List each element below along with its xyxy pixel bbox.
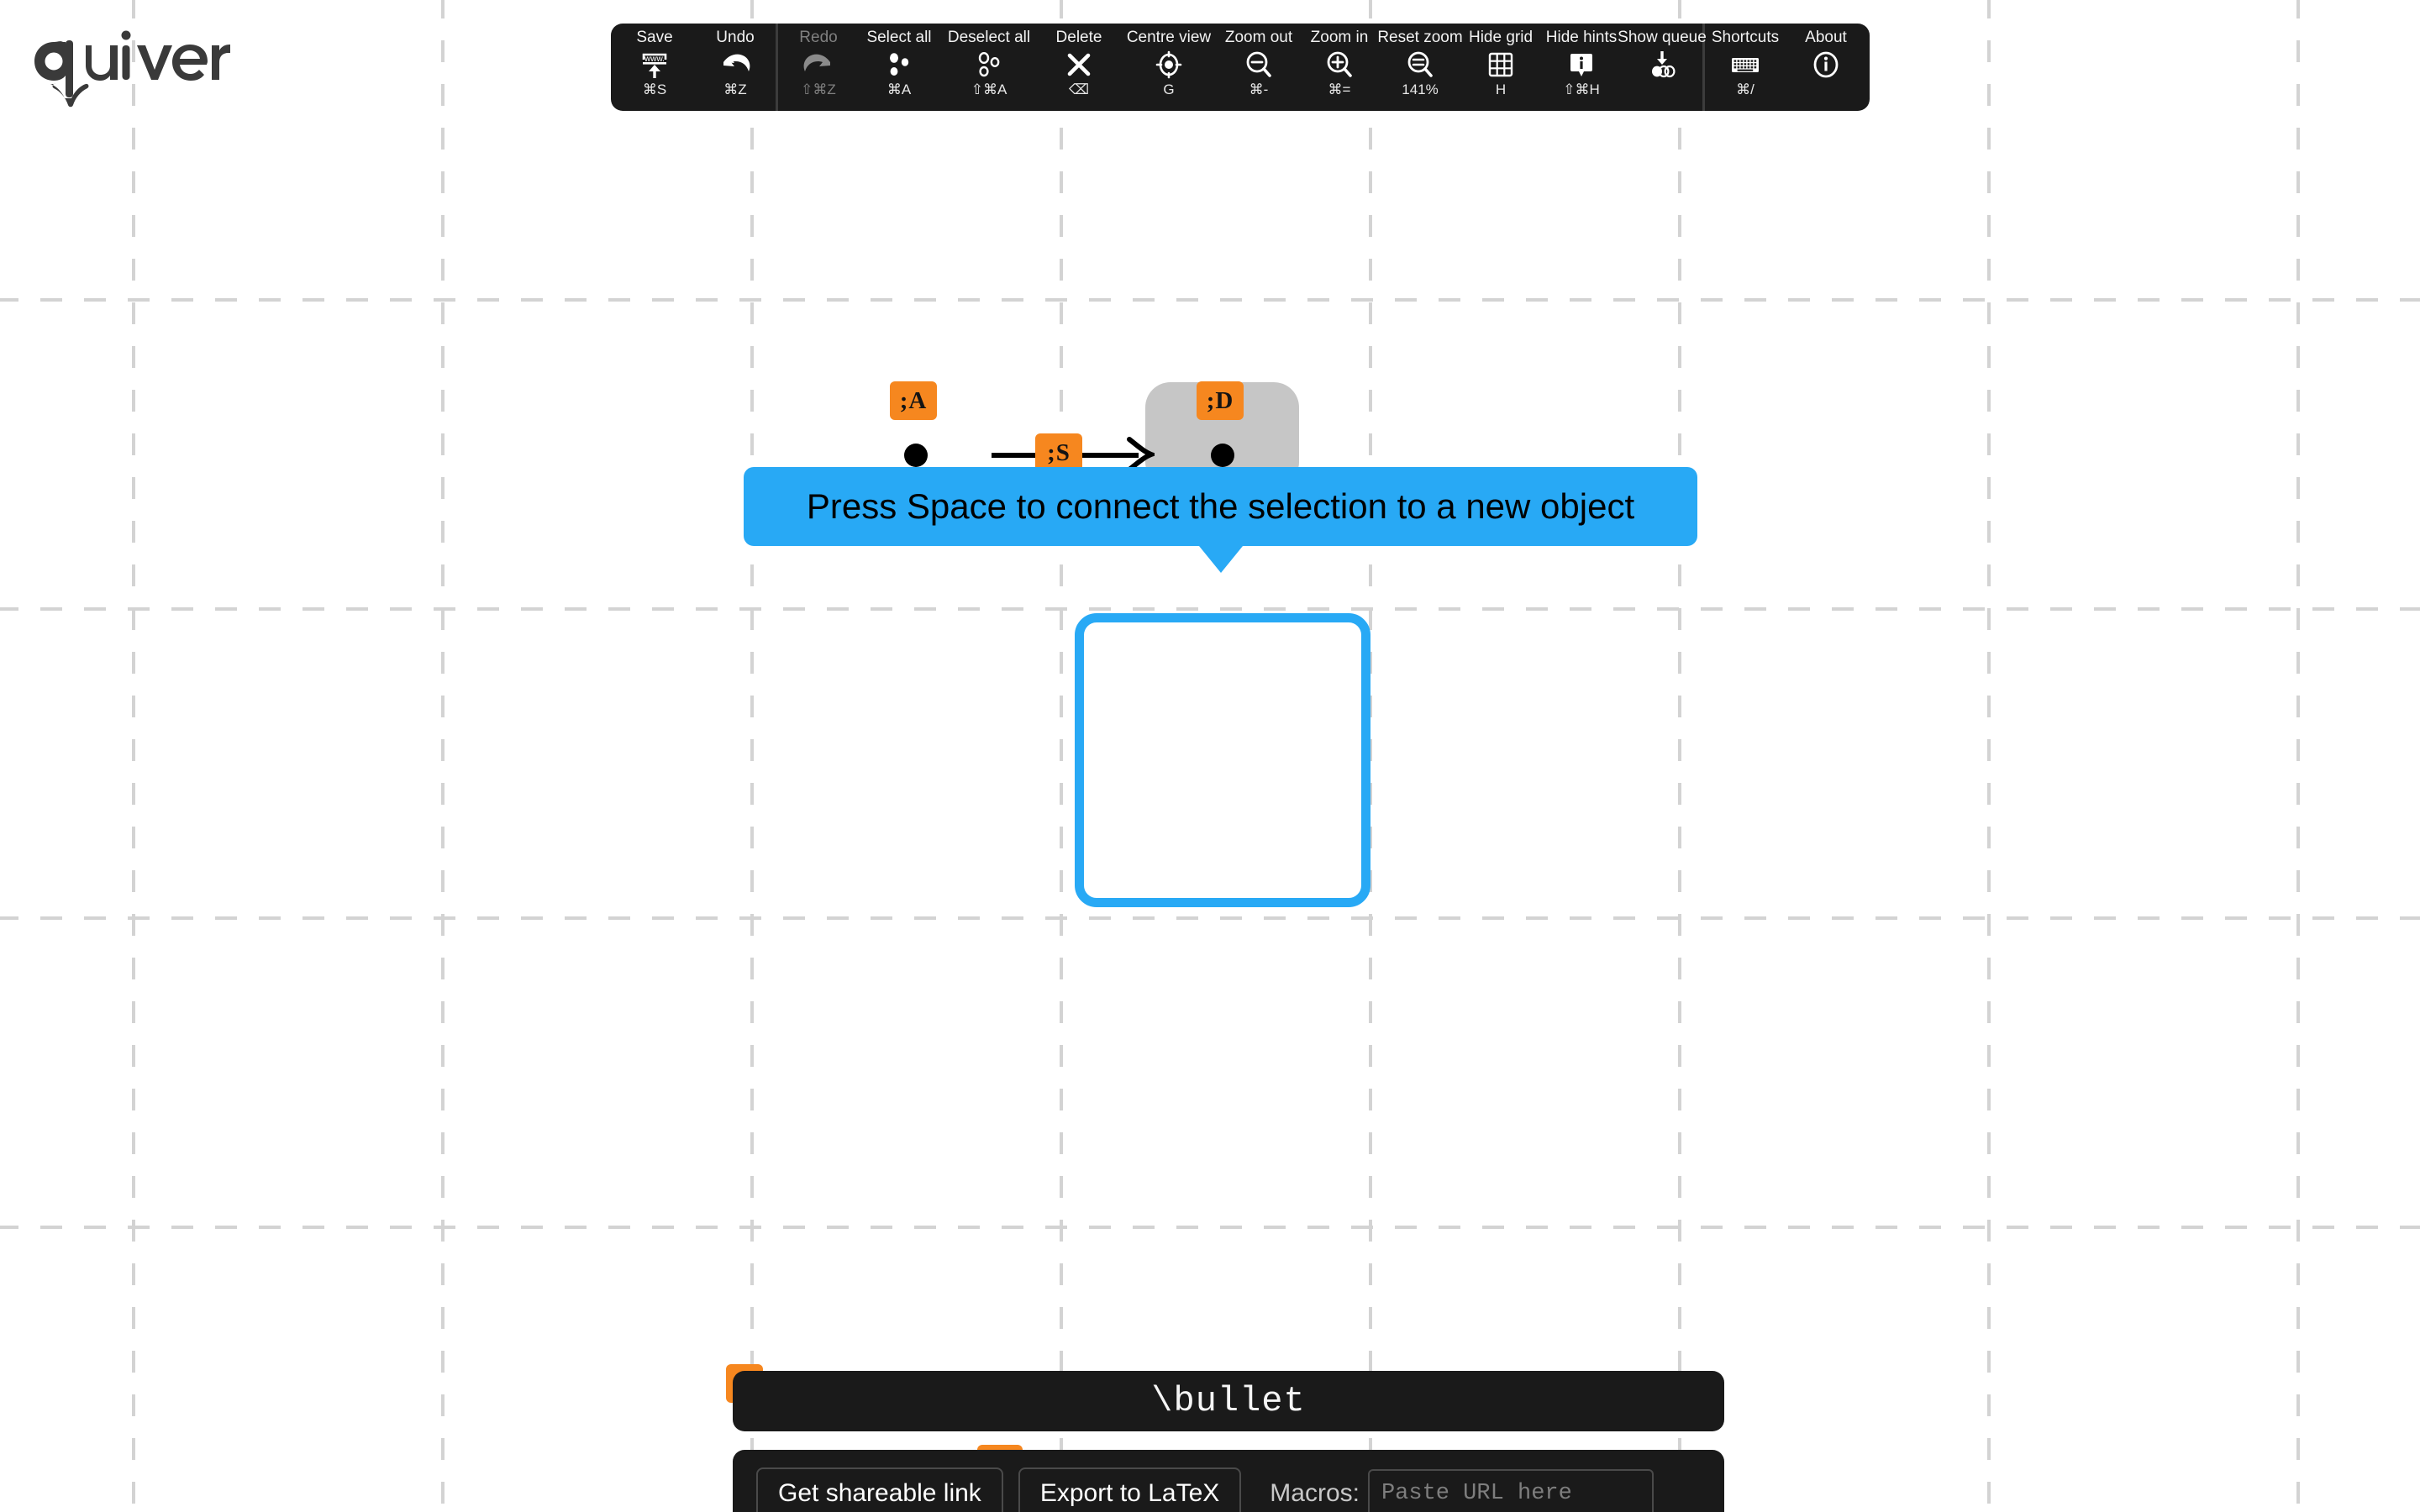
hint-key-source-vertex: ;A (890, 381, 937, 420)
toolbar-button-reset-zoom[interactable]: Reset zoom 141% (1377, 24, 1463, 111)
toolbar-button-shortcut: ⇧⌘Z (801, 81, 836, 97)
toolbar-button-zoom-out[interactable]: Zoom out ⌘- (1218, 24, 1299, 111)
toolbar-button-undo[interactable]: Undo ⌘Z (695, 24, 776, 111)
toolbar-button-zoom-in[interactable]: Zoom in ⌘= (1299, 24, 1380, 111)
toolbar-button-label: Save (636, 29, 673, 46)
toolbar-button-label: Shortcuts (1711, 29, 1780, 46)
toolbar-button-hide-grid[interactable]: Hide grid H (1460, 24, 1541, 111)
main-toolbar: Save www. ⌘S Undo ⌘Z Redo ⇧⌘Z Select all ⌘A D… (611, 24, 1870, 111)
toolbar-button-shortcut: ⌫ (1068, 81, 1090, 97)
centre-view-target-icon (1119, 48, 1218, 81)
latex-input-value: \bullet (1151, 1381, 1306, 1421)
toolbar-button-shortcut: G (1163, 81, 1175, 97)
toolbar-button-centre-view[interactable]: Centre view G (1119, 24, 1218, 111)
toolbar-button-label: Select all (866, 29, 932, 46)
toolbar-button-label: Reset zoom (1377, 29, 1463, 46)
toolbar-button-shortcut: H (1495, 81, 1507, 97)
save-upload-icon: www. (614, 48, 695, 81)
toolbar-button-shortcut: ⌘- (1249, 81, 1269, 97)
toolbar-button-about[interactable]: About (1786, 24, 1866, 111)
hint-tooltip-arrow-icon (1199, 546, 1243, 573)
toolbar-button-hide-hints[interactable]: Hide hints ⇧⌘H (1541, 24, 1622, 111)
toolbar-button-shortcut: ⇧⌘H (1563, 81, 1600, 97)
zoom-in-magnifier-icon (1299, 48, 1380, 81)
app-root: Save www. ⌘S Undo ⌘Z Redo ⇧⌘Z Select all ⌘A D… (0, 0, 2420, 1512)
hint-key-target-vertex: ;D (1197, 381, 1244, 420)
select-all-dots-icon (859, 48, 939, 81)
new-object-placeholder[interactable] (1075, 613, 1370, 907)
toolbar-button-label: About (1805, 29, 1847, 46)
reset-zoom-magnifier-icon (1380, 48, 1460, 81)
toolbar-button-shortcut: ⌘Z (723, 81, 747, 97)
info-balloon-icon (1541, 48, 1622, 81)
toolbar-button-deselect-all[interactable]: Deselect all ⇧⌘A (939, 24, 1039, 111)
info-circle-icon (1786, 48, 1866, 81)
toolbar-button-shortcut: ⌘S (642, 81, 667, 97)
toolbar-button-label: Hide grid (1468, 29, 1534, 46)
toolbar-button-label: Undo (716, 29, 755, 46)
toolbar-button-label: Delete (1055, 29, 1102, 46)
toolbar-button-label: Deselect all (947, 29, 1031, 46)
latex-input-bar[interactable]: \bullet (733, 1371, 1724, 1431)
redo-arrow-icon (778, 48, 859, 81)
toolbar-button-label: Zoom out (1224, 29, 1293, 46)
undo-arrow-icon (695, 48, 776, 81)
export-to-latex-button[interactable]: Export to LaTeX (1018, 1467, 1242, 1512)
get-shareable-link-button[interactable]: Get shareable link (756, 1467, 1003, 1512)
hint-tooltip-text: Press Space to connect the selection to … (806, 486, 1635, 526)
toolbar-button-label: Show queue (1618, 29, 1707, 46)
toolbar-button-shortcut: ⌘/ (1736, 81, 1754, 97)
toolbar-button-shortcut: ⌘A (886, 81, 912, 97)
macros-url-input[interactable] (1367, 1469, 1654, 1512)
toolbar-button-save[interactable]: Save www. ⌘S (614, 24, 695, 111)
export-panel: Get shareable link Export to LaTeX Macro… (733, 1450, 1724, 1512)
toolbar-button-shortcuts[interactable]: Shortcuts ⌘/ (1705, 24, 1786, 111)
toolbar-button-show-queue[interactable]: Show queue (1618, 24, 1707, 111)
hint-tooltip: Press Space to connect the selection to … (744, 467, 1697, 546)
macros-label: Macros: (1270, 1479, 1360, 1507)
diagram-canvas[interactable]: ;A ;S ;D Press Space to connect the sele… (0, 0, 2420, 1512)
keyboard-icon (1705, 48, 1786, 81)
toolbar-button-shortcut: 141% (1402, 81, 1439, 97)
source-vertex[interactable] (904, 444, 928, 467)
toolbar-button-label: Redo (799, 29, 838, 46)
toolbar-button-shortcut: ⇧⌘A (971, 81, 1007, 97)
toolbar-button-label: Zoom in (1310, 29, 1369, 46)
toolbar-button-label: Centre view (1126, 29, 1212, 46)
deselect-all-dots-icon (939, 48, 1039, 81)
queue-download-icon (1622, 48, 1702, 81)
toolbar-button-label: Hide hints (1545, 29, 1618, 46)
toolbar-button-redo: Redo ⇧⌘Z (778, 24, 859, 111)
delete-cross-icon (1039, 48, 1119, 81)
grid-icon (1460, 48, 1541, 81)
toolbar-button-select-all[interactable]: Select all ⌘A (859, 24, 939, 111)
target-vertex[interactable] (1211, 444, 1234, 467)
toolbar-button-shortcut: ⌘= (1328, 81, 1351, 97)
toolbar-button-delete[interactable]: Delete ⌫ (1039, 24, 1119, 111)
zoom-out-magnifier-icon (1218, 48, 1299, 81)
